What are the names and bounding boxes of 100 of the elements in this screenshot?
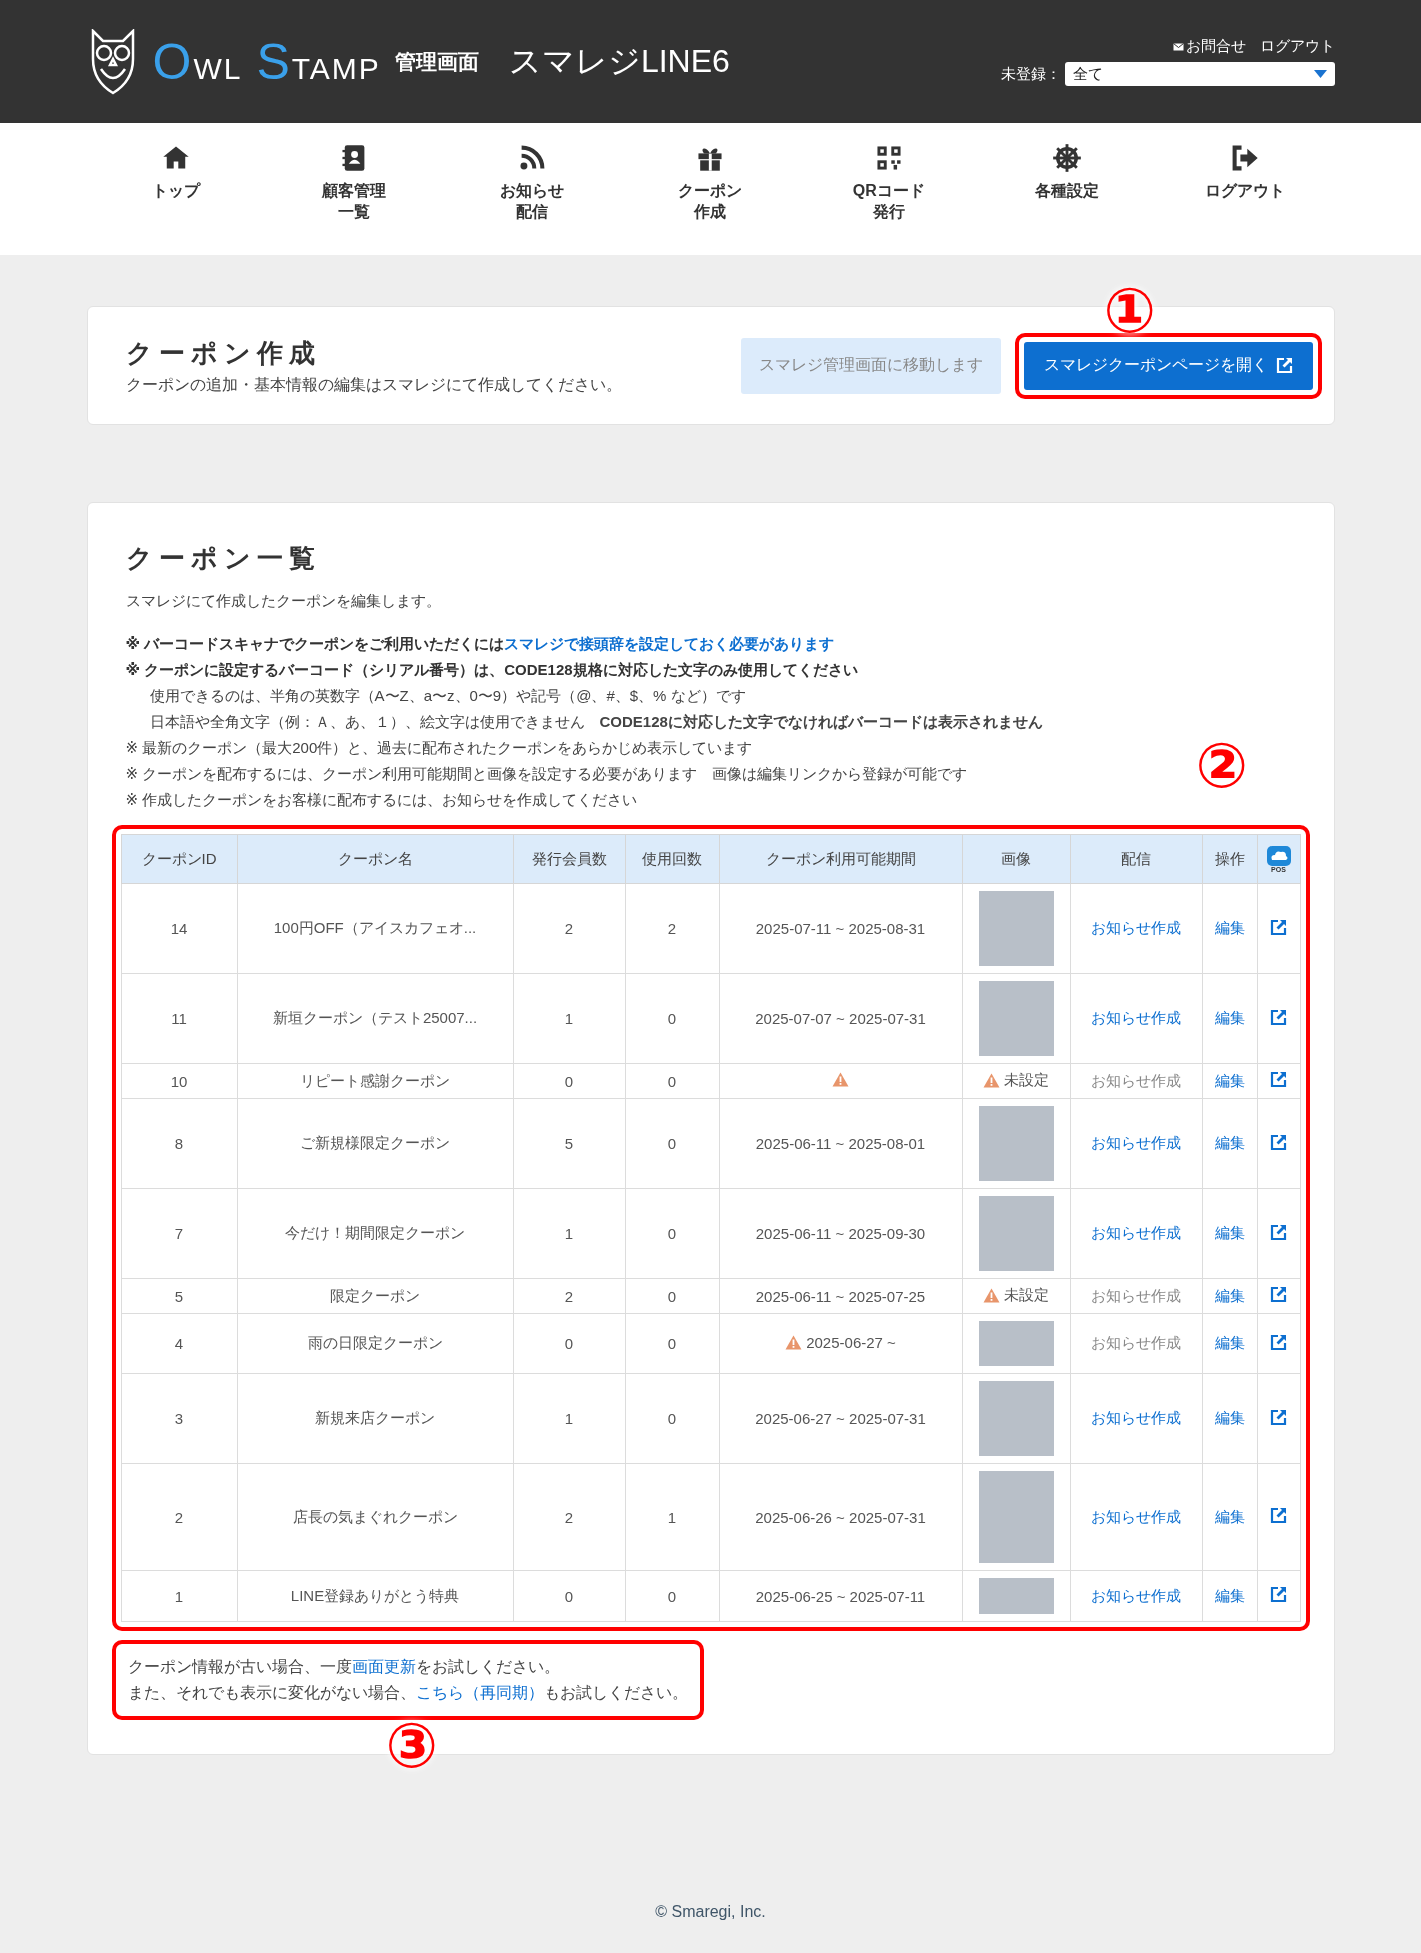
nav-item[interactable]: クーポン 作成 bbox=[621, 123, 800, 255]
table-cell: 0 bbox=[625, 1313, 719, 1374]
note-text: ※ バーコードスキャナでクーポンをご利用いただくにはスマレジで接頭辞を設定しておく必要があります bbox=[125, 634, 835, 654]
create-notice-link[interactable]: お知らせ作成 bbox=[1091, 1009, 1181, 1026]
period-text: 2025-06-27 ~ 2025-07-31 bbox=[755, 1410, 926, 1427]
edit-link[interactable]: 編集 bbox=[1214, 1224, 1245, 1241]
callout-number: ① bbox=[1103, 280, 1156, 342]
shop-name: スマレジLINE6 bbox=[508, 41, 730, 81]
nav-item[interactable]: トップ bbox=[86, 123, 265, 255]
table-cell: 限定クーポン bbox=[237, 1278, 513, 1314]
period-text: 2025-06-25 ~ 2025-07-11 bbox=[755, 1587, 926, 1605]
column-header: 画像 bbox=[962, 834, 1070, 884]
warning-icon bbox=[983, 1073, 1000, 1088]
mail-icon bbox=[1172, 42, 1184, 51]
external-link-icon[interactable] bbox=[1270, 918, 1287, 936]
nav-item[interactable]: お知らせ 配信 bbox=[443, 123, 622, 255]
table-cell: 1 bbox=[121, 1570, 237, 1622]
table-cell: 2 bbox=[513, 1278, 625, 1314]
table-cell: 0 bbox=[513, 1570, 625, 1622]
nav-item[interactable]: 各種設定 bbox=[977, 123, 1157, 255]
column-header: クーポンID bbox=[121, 834, 237, 884]
table-cell: 14 bbox=[121, 883, 237, 974]
cloud-app-icon bbox=[1266, 845, 1291, 866]
table-cell: 2 bbox=[121, 1463, 237, 1571]
period-text: 2025-06-27 ~ bbox=[806, 1334, 896, 1351]
column-header: クーポン名 bbox=[237, 834, 513, 884]
note-link[interactable]: スマレジで接頭辞を設定しておく必要があります bbox=[504, 635, 835, 652]
open-coupon-page-button[interactable]: スマレジクーポンページを開く bbox=[1023, 341, 1313, 390]
note-text: ※ クーポンに設定するバーコード（シリアル番号）は、CODE128規格に対応した文字のみ使用してください bbox=[125, 660, 858, 680]
table-cell: 0 bbox=[625, 973, 719, 1064]
help-text: クーポン情報が古い場合、一度画面更新をお試しください。 bbox=[127, 1657, 561, 1677]
table-cell: 新規来店クーポン bbox=[237, 1373, 513, 1464]
column-header: 配信 bbox=[1070, 834, 1202, 884]
table-cell: 2 bbox=[625, 883, 719, 974]
table-cell: 4 bbox=[121, 1313, 237, 1374]
filter-label: 未登録： bbox=[1000, 64, 1061, 84]
nav-item[interactable]: ログアウト bbox=[1156, 123, 1335, 255]
table-cell: 2 bbox=[513, 883, 625, 974]
period-text: 2025-06-26 ~ 2025-07-31 bbox=[755, 1508, 926, 1526]
wheel-icon bbox=[1052, 143, 1083, 173]
external-link-icon[interactable] bbox=[1270, 1586, 1287, 1603]
callout-number: ③ bbox=[385, 1715, 438, 1777]
create-notice-link[interactable]: お知らせ作成 bbox=[1091, 1224, 1181, 1241]
edit-link[interactable]: 編集 bbox=[1214, 1507, 1245, 1525]
warning-icon bbox=[832, 1072, 849, 1087]
external-link-icon[interactable] bbox=[1270, 1133, 1287, 1151]
table-cell: 1 bbox=[625, 1463, 719, 1571]
table-cell: 0 bbox=[625, 1098, 719, 1189]
edit-link[interactable]: 編集 bbox=[1214, 1409, 1245, 1426]
external-link-icon[interactable] bbox=[1270, 1286, 1287, 1303]
unset-label: 未設定 bbox=[1004, 1286, 1049, 1305]
external-link-icon[interactable] bbox=[1270, 1333, 1287, 1351]
table-cell: 0 bbox=[513, 1063, 625, 1099]
column-header: クーポン利用可能期間 bbox=[719, 834, 962, 884]
table-cell: 新垣クーポン（テスト25007... bbox=[237, 973, 513, 1064]
table-cell: 0 bbox=[513, 1313, 625, 1374]
help-link[interactable]: 画面更新 bbox=[351, 1658, 416, 1675]
edit-link[interactable]: 編集 bbox=[1214, 919, 1245, 936]
create-notice-link[interactable]: お知らせ作成 bbox=[1091, 919, 1181, 936]
note-text: ※ クーポンを配布するには、クーポン利用可能期間と画像を設定する必要があります 画像は編集リンクから登録が可能です bbox=[125, 764, 968, 784]
warning-icon bbox=[983, 1288, 1000, 1303]
table-cell: 0 bbox=[625, 1278, 719, 1314]
unset-label: 未設定 bbox=[1004, 1071, 1049, 1090]
brand-name: OWL bbox=[152, 32, 243, 91]
contact-link[interactable]: お問合せ bbox=[1172, 37, 1246, 56]
table-cell: 0 bbox=[625, 1373, 719, 1464]
callout-number: ② bbox=[1195, 735, 1248, 797]
table-cell: ご新規様限定クーポン bbox=[237, 1098, 513, 1189]
create-notice-link[interactable]: お知らせ作成 bbox=[1091, 1134, 1181, 1151]
table-cell: リピート感謝クーポン bbox=[237, 1063, 513, 1099]
period-text: 2025-07-07 ~ 2025-07-31 bbox=[755, 1010, 926, 1027]
section-title: クーポン作成 bbox=[125, 336, 322, 370]
period-text: 2025-06-11 ~ 2025-09-30 bbox=[755, 1225, 926, 1242]
table-cell: 雨の日限定クーポン bbox=[237, 1313, 513, 1374]
external-link-icon[interactable] bbox=[1270, 1071, 1287, 1088]
external-link-icon[interactable] bbox=[1270, 1223, 1287, 1241]
logout-link[interactable]: ログアウト bbox=[1259, 37, 1335, 56]
caret-icon bbox=[1313, 70, 1327, 78]
table-cell: 1 bbox=[513, 1188, 625, 1279]
help-link[interactable]: こちら（再同期） bbox=[415, 1684, 544, 1701]
create-notice-link[interactable]: お知らせ作成 bbox=[1091, 1409, 1181, 1426]
nav-item[interactable]: 顧客管理 一覧 bbox=[264, 123, 444, 255]
table-cell: 3 bbox=[121, 1373, 237, 1464]
edit-link[interactable]: 編集 bbox=[1214, 1134, 1245, 1151]
create-notice-link[interactable]: お知らせ作成 bbox=[1091, 1507, 1181, 1525]
filter-select[interactable]: 全て bbox=[1064, 62, 1335, 86]
table-cell: 8 bbox=[121, 1098, 237, 1189]
edit-link[interactable]: 編集 bbox=[1214, 1334, 1245, 1351]
column-header: 操作 bbox=[1202, 834, 1257, 884]
brand-subtitle: 管理画面 bbox=[394, 48, 479, 75]
table-cell: 2 bbox=[513, 1463, 625, 1571]
edit-link[interactable]: 編集 bbox=[1214, 1586, 1245, 1604]
external-link-icon[interactable] bbox=[1270, 1507, 1287, 1524]
external-link-icon[interactable] bbox=[1270, 1008, 1287, 1026]
section-title: クーポン一覧 bbox=[125, 542, 322, 575]
nav-item[interactable]: QRコード 発行 bbox=[799, 123, 978, 255]
edit-link[interactable]: 編集 bbox=[1214, 1009, 1245, 1026]
external-link-icon[interactable] bbox=[1270, 1408, 1287, 1426]
warning-icon bbox=[785, 1335, 803, 1350]
table-cell: LINE登録ありがとう特典 bbox=[237, 1570, 513, 1622]
